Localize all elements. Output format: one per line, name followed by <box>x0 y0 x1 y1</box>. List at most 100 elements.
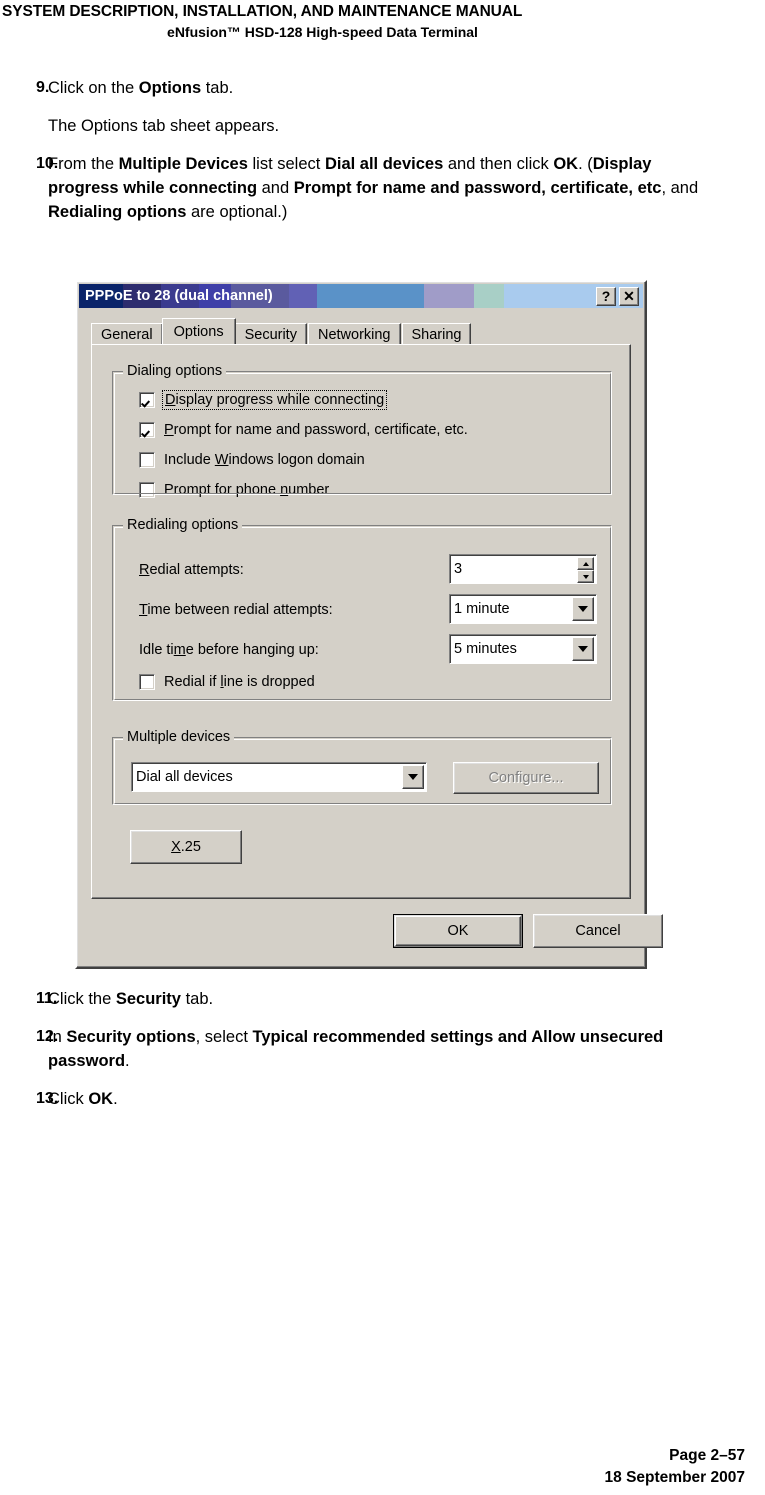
configure-button-label: Configure... <box>488 770 564 786</box>
pppoe-properties-dialog: PPPoE to 28 (dual channel) ? ✕ General Op… <box>75 280 663 969</box>
step-text-plain: and then click <box>443 155 554 173</box>
step-text-plain: In <box>48 1028 67 1046</box>
instruction-list-bottom: 11. Click the Security tab. 12. In Security… <box>0 987 765 1125</box>
tab-options[interactable]: Options <box>161 318 236 344</box>
multiple-devices-combo[interactable]: Dial all devices <box>131 762 427 792</box>
dialing-options-group: Dialing options Display progress while c… <box>112 363 612 498</box>
x25-button[interactable]: X.25 <box>130 830 242 864</box>
idle-time-value: 5 minutes <box>454 641 517 657</box>
redialing-options-group: Redialing options Redial attempts: 3 Tim… <box>112 517 612 701</box>
configure-button: Configure... <box>453 762 599 794</box>
checkbox-label-display-progress: Display progress while connecting <box>161 390 388 410</box>
step-text-emphasis: Dial all devices <box>324 155 444 173</box>
checkbox-label-include-domain: Include Windows logon domain <box>164 452 365 468</box>
idle-time-label: Idle time before hanging up: <box>139 642 319 658</box>
checkbox-redial-if-dropped[interactable] <box>139 674 155 690</box>
checkbox-prompt-credentials[interactable] <box>139 422 155 438</box>
step-number: 13. <box>36 1090 59 1107</box>
step-text-plain: tab. <box>201 79 234 97</box>
page-footer: Page 2–57 18 September 2007 <box>605 1445 745 1489</box>
instruction-step: 13. Click OK. <box>0 1087 765 1111</box>
step-text: Click the Security tab. <box>48 987 742 1011</box>
redial-attempts-label: Redial attempts: <box>139 562 244 578</box>
instruction-list-top: 9. Click on the Options tab. The Options t… <box>0 76 765 238</box>
multiple-devices-title: Multiple devices <box>123 729 235 745</box>
product-subtitle: eNfusion™ HSD-128 High-speed Data Termin… <box>167 24 478 40</box>
time-between-label: Time between redial attempts: <box>139 602 333 618</box>
step-text-emphasis: Multiple Devices <box>118 155 248 173</box>
manual-title: SYSTEM DESCRIPTION, INSTALLATION, AND MA… <box>2 3 523 20</box>
tab-sharing[interactable]: Sharing <box>401 323 472 344</box>
spinner-buttons[interactable] <box>577 557 594 583</box>
time-between-value: 1 minute <box>454 601 510 617</box>
ok-button[interactable]: OK <box>393 914 523 948</box>
step-text-plain: . <box>125 1052 130 1070</box>
step-text-plain: tab. <box>180 990 214 1008</box>
checkbox-label-prompt-credentials: Prompt for name and password, certificat… <box>164 422 468 438</box>
checkbox-include-domain[interactable] <box>139 452 155 468</box>
redial-attempts-value: 3 <box>454 561 463 577</box>
instruction-step: 9. Click on the Options tab. <box>0 76 765 100</box>
titlebar-buttons: ? ✕ <box>596 286 643 306</box>
step-text-emphasis: Options <box>138 79 202 97</box>
page-number: Page 2–57 <box>669 1447 745 1464</box>
multiple-devices-value: Dial all devices <box>136 769 233 785</box>
step-number: 12. <box>36 1028 59 1045</box>
x25-button-label: X.25 <box>171 839 201 855</box>
step-text-plain: , and <box>661 179 699 197</box>
step-text: From the Multiple Devices list select Di… <box>48 152 742 224</box>
time-between-combo[interactable]: 1 minute <box>449 594 597 624</box>
step-text-plain: Click <box>48 1090 89 1108</box>
tab-networking[interactable]: Networking <box>307 323 401 344</box>
dialog-titlebar: PPPoE to 28 (dual channel) ? ✕ <box>79 284 643 308</box>
redial-attempts-spinner[interactable]: 3 <box>449 554 597 584</box>
dialing-options-title: Dialing options <box>123 363 227 379</box>
step-text-emphasis: Security options <box>66 1028 196 1046</box>
step-text-plain: list select <box>247 155 325 173</box>
cancel-button[interactable]: Cancel <box>533 914 663 948</box>
checkbox-row-prompt-credentials[interactable]: Prompt for name and password, certificat… <box>139 422 468 438</box>
close-icon[interactable]: ✕ <box>619 286 639 306</box>
checkbox-row-prompt-phone[interactable]: Prompt for phone number <box>139 482 329 498</box>
spinner-down-icon[interactable] <box>577 570 594 583</box>
tab-security[interactable]: Security <box>234 323 307 344</box>
chevron-down-icon[interactable] <box>572 597 594 621</box>
step-text-plain: . <box>113 1090 118 1108</box>
checkbox-prompt-phone[interactable] <box>139 482 155 498</box>
step-text-plain: From the <box>48 155 119 173</box>
step-text-plain: . ( <box>578 155 593 173</box>
step-text: Click on the Options tab. <box>48 76 742 100</box>
chevron-down-icon[interactable] <box>402 765 424 789</box>
step-text-plain: , select <box>195 1028 253 1046</box>
cancel-button-label: Cancel <box>575 923 621 939</box>
page-date: 18 September 2007 <box>604 1469 745 1486</box>
checkbox-display-progress[interactable] <box>139 392 155 408</box>
step-text: In Security options, select Typical reco… <box>48 1025 742 1073</box>
instruction-step: The Options tab sheet appears. <box>0 114 765 138</box>
checkbox-row-include-domain[interactable]: Include Windows logon domain <box>139 452 365 468</box>
instruction-step: 11. Click the Security tab. <box>0 987 765 1011</box>
step-text-plain: The Options tab sheet appears. <box>48 117 280 135</box>
ok-button-label: OK <box>447 923 469 939</box>
dialog-tabstrip: General Options Security Networking Sharing <box>91 318 645 344</box>
help-icon[interactable]: ? <box>596 286 616 306</box>
redialing-options-title: Redialing options <box>123 517 243 533</box>
multiple-devices-group: Multiple devices Dial all devices Config… <box>112 729 612 805</box>
checkbox-row-redial-if-dropped[interactable]: Redial if line is dropped <box>139 674 315 690</box>
options-tab-page: Dialing options Display progress while c… <box>91 344 631 899</box>
step-text-emphasis: Redialing options <box>48 203 187 221</box>
idle-time-combo[interactable]: 5 minutes <box>449 634 597 664</box>
step-text-emphasis: Prompt for name and password, certificat… <box>293 179 662 197</box>
spinner-up-icon[interactable] <box>577 557 594 570</box>
tab-general[interactable]: General <box>91 323 163 344</box>
checkbox-row-display-progress[interactable]: Display progress while connecting <box>139 390 388 410</box>
step-text: Click OK. <box>48 1087 742 1111</box>
step-text-plain: Click on the <box>48 79 139 97</box>
step-number: 11. <box>36 990 58 1007</box>
step-number: 10. <box>36 155 59 172</box>
step-text: The Options tab sheet appears. <box>48 114 742 138</box>
chevron-down-icon[interactable] <box>572 637 594 661</box>
step-text-emphasis: Security <box>115 990 181 1008</box>
dialog-title: PPPoE to 28 (dual channel) <box>85 288 273 304</box>
instruction-step: 12. In Security options, select Typical r… <box>0 1025 765 1073</box>
